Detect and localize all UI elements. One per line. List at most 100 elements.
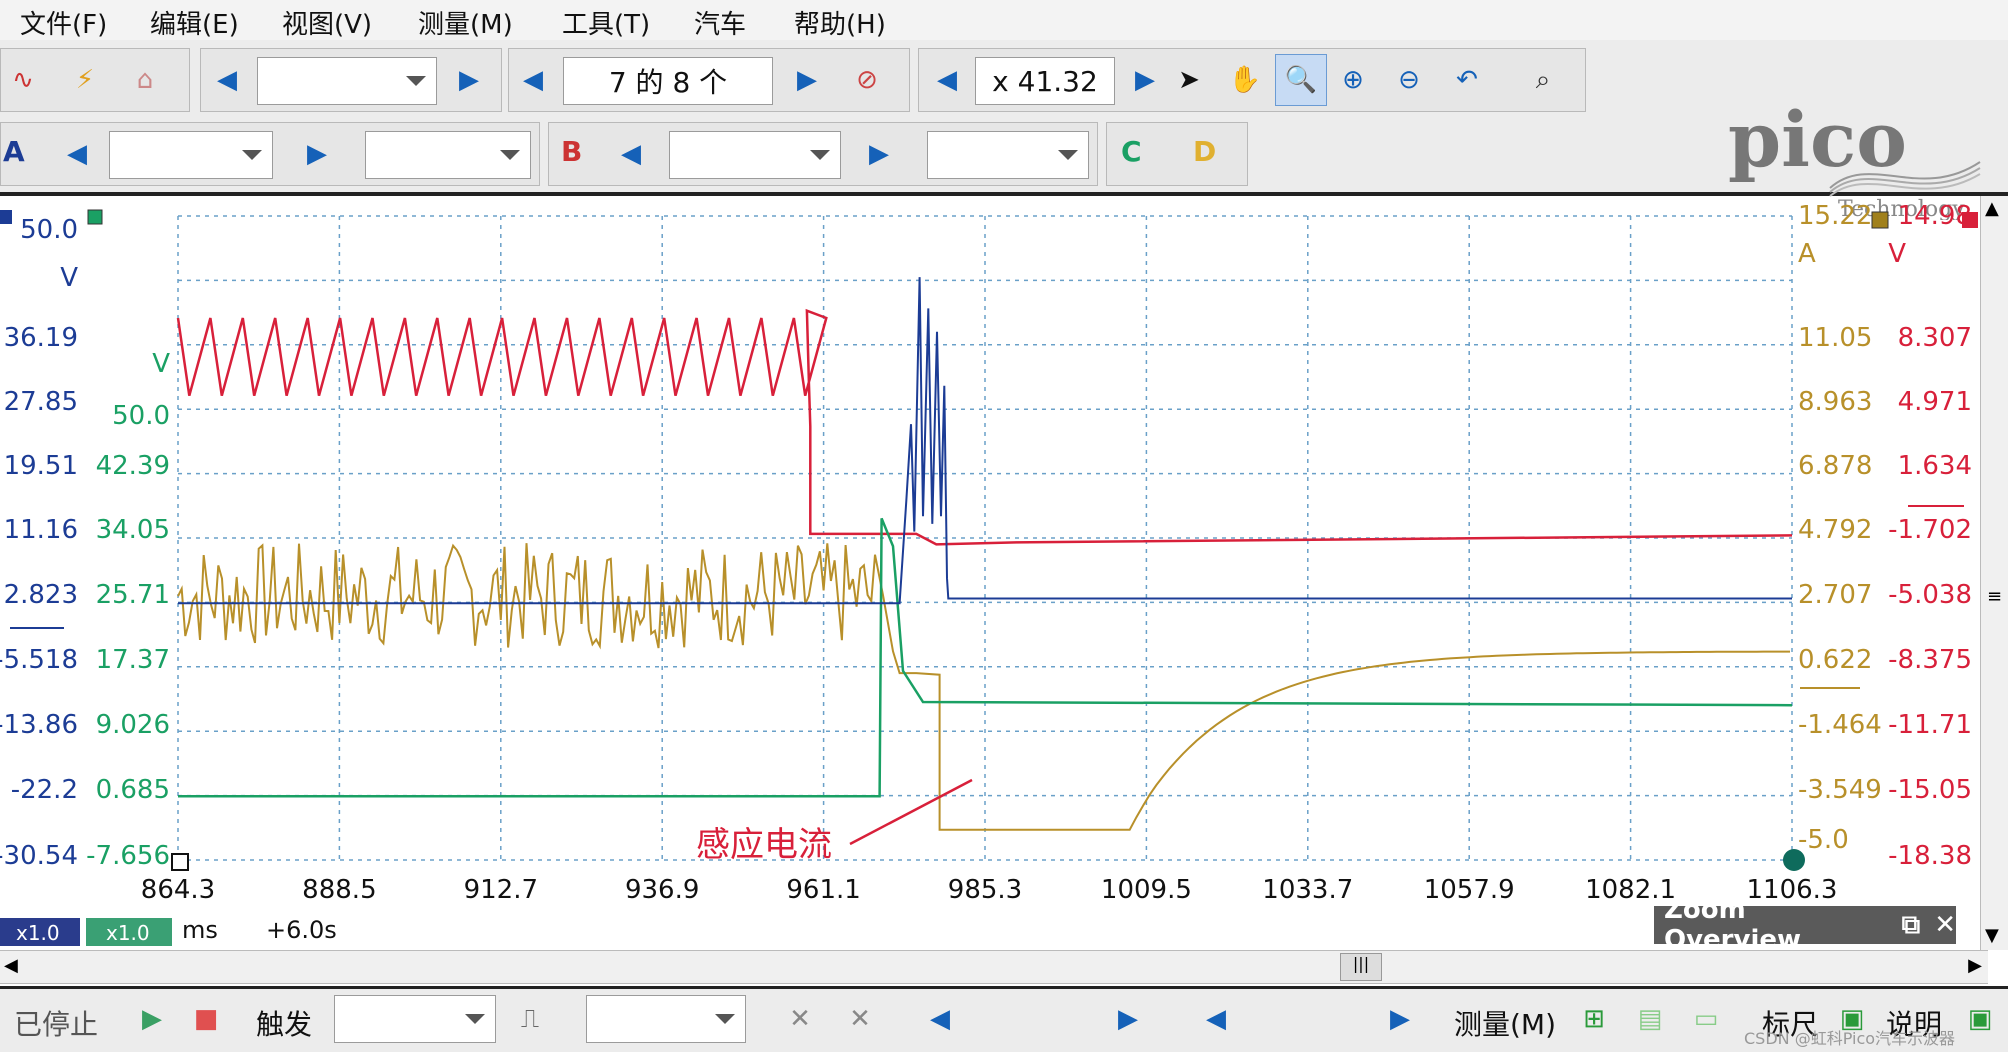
channel-a-coupling[interactable] xyxy=(365,131,531,179)
trigger-label: 触发 xyxy=(256,1008,313,1041)
red-tick-label: -5.038 xyxy=(1888,580,1972,610)
zoom-100-icon[interactable]: ⌕ xyxy=(1523,54,1563,106)
trigger-channel[interactable] xyxy=(586,995,746,1043)
zoom-in-icon[interactable]: ⊕ xyxy=(1333,54,1373,106)
home-icon[interactable]: ⌂ xyxy=(125,54,165,106)
red-tick-label: 14.98 xyxy=(1898,201,1972,231)
buffer-field[interactable]: 7 的 8 个 xyxy=(563,57,773,105)
channel-b-coupling[interactable] xyxy=(927,131,1089,179)
toolbar-group-timebase: ◀ ▶ xyxy=(200,48,502,112)
channel-b-label[interactable]: B xyxy=(561,135,582,168)
channel-a-group: A ◀ ▶ xyxy=(0,122,540,186)
add-measure-icon[interactable]: ⊞ xyxy=(1574,993,1614,1045)
channel-a-range[interactable] xyxy=(109,131,273,179)
trigger-level-icon[interactable]: ✕ xyxy=(780,993,820,1045)
channel-b-prev-icon[interactable]: ◀ xyxy=(611,128,651,180)
gold-tick-label: 4.792 xyxy=(1798,515,1872,545)
scroll-up-icon[interactable]: ▲ xyxy=(1985,198,1999,219)
trigger-marker[interactable] xyxy=(171,853,189,871)
scroll-right-icon[interactable]: ▶ xyxy=(1968,955,1982,976)
auto-setup-icon[interactable]: ⚡ xyxy=(65,54,105,106)
green-tick-label: 42.39 xyxy=(96,451,170,481)
notes-icon[interactable]: ▣ xyxy=(1960,993,2000,1045)
gold-tick-label: -5.0 xyxy=(1798,825,1849,855)
delete-measure-icon[interactable]: ▭ xyxy=(1686,993,1726,1045)
channel-a-label[interactable]: A xyxy=(3,135,25,168)
trigger-edge-icon[interactable]: ⎍ xyxy=(510,993,550,1045)
status-next2-icon[interactable]: ▶ xyxy=(1380,993,1420,1045)
gold-unit-label: A xyxy=(1798,239,1816,269)
hand-icon[interactable]: ✋ xyxy=(1225,54,1265,106)
toolbar-group-scope: ∿ ⚡ ⌂ xyxy=(0,48,190,112)
status-prev2-icon[interactable]: ◀ xyxy=(1196,993,1236,1045)
zoom-prev-icon[interactable]: ◀ xyxy=(927,54,967,106)
blue-tick-label: -22.2 xyxy=(11,775,78,805)
blue-tick-label: 19.51 xyxy=(4,451,78,481)
channel-b-next-icon[interactable]: ▶ xyxy=(859,128,899,180)
scope-svg: 50.0 36.19 27.85 19.51 11.16 2.823 -5.518 -13.8… xyxy=(0,201,1978,946)
blue-tick-label: 36.19 xyxy=(4,323,78,353)
timebase-next-icon[interactable]: ▶ xyxy=(449,54,489,106)
watermark: CSDN @虹科Pico汽车示波器 xyxy=(1744,1029,1956,1048)
x-tick-label: 1009.5 xyxy=(1101,875,1192,905)
horizontal-scrollbar[interactable]: ◀ ||| ▶ xyxy=(0,950,1988,984)
pointer-icon[interactable]: ➤ xyxy=(1169,54,1209,106)
scroll-grip-icon[interactable]: ≡ xyxy=(1987,586,2002,607)
x-tick-label: 1082.1 xyxy=(1585,875,1676,905)
red-tick-label: 1.634 xyxy=(1898,451,1972,481)
waveform-icon[interactable]: ∿ xyxy=(3,54,43,106)
x-tick-label: 912.7 xyxy=(464,875,538,905)
zoom-next-icon[interactable]: ▶ xyxy=(1125,54,1165,106)
channel-d-marker xyxy=(1871,211,1889,229)
zoom-region-icon[interactable]: 🔍 xyxy=(1275,54,1327,106)
channel-a-next-icon[interactable]: ▶ xyxy=(297,128,337,180)
scroll-left-icon[interactable]: ◀ xyxy=(4,955,18,976)
undo-zoom-icon[interactable]: ↶ xyxy=(1447,54,1487,106)
channel-d-label[interactable]: D xyxy=(1193,135,1216,168)
status-next-icon[interactable]: ▶ xyxy=(1108,993,1148,1045)
scroll-thumb[interactable]: ||| xyxy=(1340,953,1382,981)
ruler-handle[interactable] xyxy=(1783,849,1805,871)
toolbar: ∿ ⚡ ⌂ ◀ ▶ ◀ 7 的 8 个 ▶ ⊘ ◀ x 41.32 ▶ ➤ ✋ … xyxy=(0,40,2008,222)
zoom-overview-title[interactable]: Zoom Overview ⧉ ✕ xyxy=(1654,895,1956,955)
menu-edit[interactable]: 编辑(E) xyxy=(150,4,239,41)
red-tick-label: -11.71 xyxy=(1888,710,1972,740)
trigger-mode[interactable] xyxy=(334,995,496,1043)
blue-unit-label: V xyxy=(60,263,78,293)
menu-automotive[interactable]: 汽车 xyxy=(694,4,746,41)
channel-c-label[interactable]: C xyxy=(1121,135,1142,168)
timebase-prev-icon[interactable]: ◀ xyxy=(207,54,247,106)
menu-tools[interactable]: 工具(T) xyxy=(562,4,650,41)
stop-icon[interactable]: ■ xyxy=(186,993,226,1045)
timebase-select[interactable] xyxy=(257,57,437,105)
green-tick-label: 25.71 xyxy=(96,580,170,610)
channel-c-marker xyxy=(87,209,103,225)
buffer-prev-icon[interactable]: ◀ xyxy=(513,54,553,106)
edit-measure-icon[interactable]: ▤ xyxy=(1630,993,1670,1045)
zoom-overview-label: Zoom Overview xyxy=(1664,895,1802,955)
blue-tick-label: 2.823 xyxy=(4,580,78,610)
run-icon[interactable]: ▶ xyxy=(132,993,172,1045)
zoom-out-icon[interactable]: ⊖ xyxy=(1389,54,1429,106)
menu-help[interactable]: 帮助(H) xyxy=(794,4,886,41)
scope-view[interactable]: 50.0 36.19 27.85 19.51 11.16 2.823 -5.518 -13.8… xyxy=(0,196,2008,956)
buffer-next-icon[interactable]: ▶ xyxy=(787,54,827,106)
scroll-down-icon[interactable]: ▼ xyxy=(1985,925,1999,946)
menu-view[interactable]: 视图(V) xyxy=(282,4,372,41)
trigger-pretrigger-icon[interactable]: ✕ xyxy=(840,993,880,1045)
menu-file[interactable]: 文件(F) xyxy=(20,4,107,41)
status-prev-icon[interactable]: ◀ xyxy=(920,993,960,1045)
compass-icon[interactable]: ⊘ xyxy=(847,54,887,106)
close-icon[interactable]: ✕ xyxy=(1934,910,1956,940)
logo-brand: pico xyxy=(1728,95,1907,184)
x-offset: +6.0s xyxy=(266,916,337,944)
zoom-field[interactable]: x 41.32 xyxy=(975,57,1115,105)
channel-a-prev-icon[interactable]: ◀ xyxy=(57,128,97,180)
vertical-scrollbar[interactable]: ▲ ≡ ▼ xyxy=(1980,196,2008,950)
menu-measure[interactable]: 测量(M) xyxy=(418,4,513,41)
restore-icon[interactable]: ⧉ xyxy=(1902,910,1921,941)
channel-b-range[interactable] xyxy=(669,131,841,179)
x-tick-label: 1057.9 xyxy=(1424,875,1515,905)
green-unit-label: V xyxy=(152,349,170,379)
status-bar: 已停止 ▶ ■ 触发 ⎍ ✕ ✕ ◀ ▶ ◀ ▶ 测量(M) ⊞ ▤ ▭ 标尺 … xyxy=(0,986,2008,1052)
